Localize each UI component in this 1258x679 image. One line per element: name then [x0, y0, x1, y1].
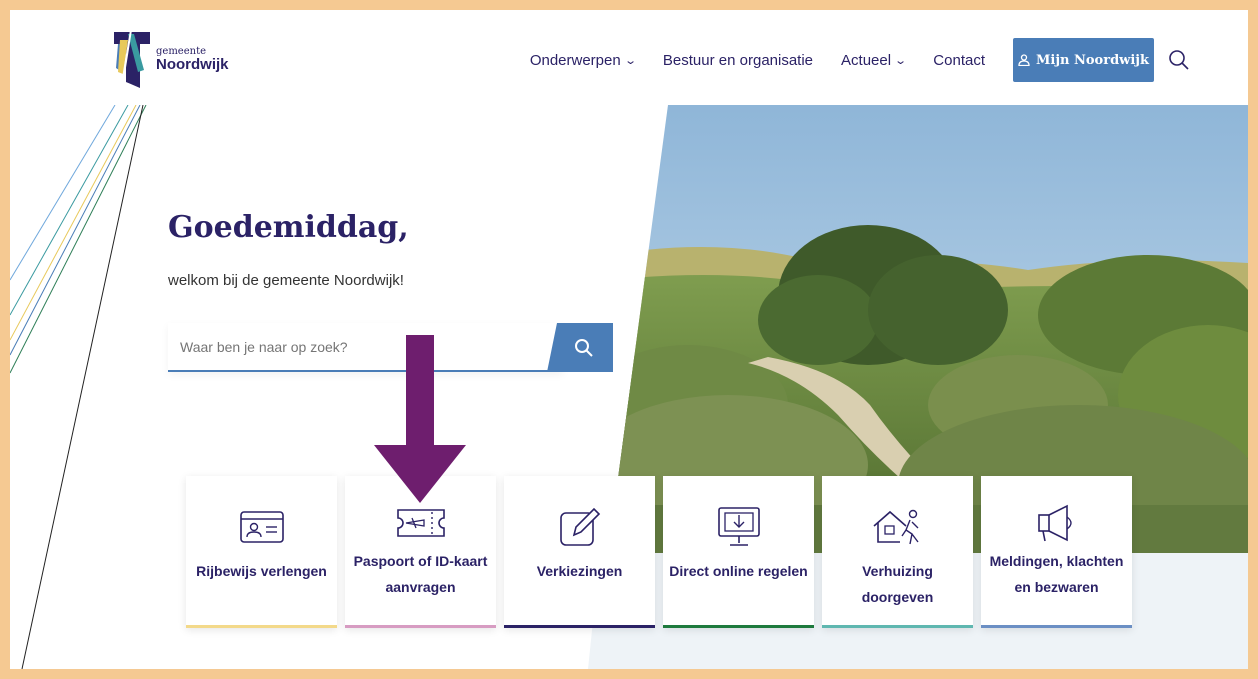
welcome-text: welkom bij de gemeente Noordwijk!	[168, 272, 404, 289]
logo[interactable]: gemeente Noordwijk	[114, 30, 229, 88]
site-header: gemeente Noordwijk Onderwerpen ⌄ Bestuur…	[10, 10, 1248, 105]
decorative-lines	[10, 105, 147, 669]
moving-house-icon	[872, 509, 919, 545]
card-label: Rijbewijs verlengen	[196, 563, 327, 579]
card-rijbewijs[interactable]: Rijbewijs verlengen	[186, 476, 337, 628]
nav-label: Bestuur en organisatie	[662, 51, 814, 69]
logo-subtitle: gemeente	[156, 45, 207, 57]
search-icon	[575, 338, 593, 357]
megaphone-icon	[1037, 504, 1072, 542]
card-accent-bar	[504, 625, 655, 628]
card-label: Paspoort of ID-kaart aanvragen	[353, 553, 488, 595]
logo-title: Noordwijk	[156, 55, 229, 73]
nav-label: Contact	[933, 51, 985, 69]
mijn-noordwijk-button[interactable]: Mijn Noordwijk	[1013, 38, 1154, 82]
card-label: Meldingen, klachten en bezwaren	[989, 553, 1124, 595]
nav-bestuur[interactable]: Bestuur en organisatie	[663, 52, 813, 69]
nav-contact[interactable]: Contact	[933, 52, 985, 69]
chevron-down-icon: ⌄	[894, 54, 908, 67]
main-nav: Onderwerpen ⌄ Bestuur en organisatie Act…	[530, 38, 1190, 82]
page: gemeente Noordwijk Onderwerpen ⌄ Bestuur…	[10, 10, 1248, 669]
logo-mark-icon	[114, 30, 150, 88]
pencil-square-icon	[559, 507, 600, 546]
monitor-download-icon	[717, 507, 760, 546]
task-cards: Rijbewijs verlengen Paspoort of ID-kaart…	[186, 476, 1140, 628]
search-input[interactable]	[168, 323, 563, 372]
nav-actueel[interactable]: Actueel ⌄	[841, 51, 908, 69]
card-label: Direct online regelen	[669, 563, 808, 579]
search-button[interactable]	[547, 323, 613, 372]
card-label: Verhuizing doorgeven	[861, 563, 934, 605]
card-accent-bar	[345, 625, 496, 628]
nav-onderwerpen[interactable]: Onderwerpen ⌄	[529, 51, 637, 69]
mijn-noordwijk-label: Mijn Noordwijk	[1035, 52, 1149, 68]
card-verkiezingen[interactable]: Verkiezingen	[504, 476, 655, 628]
nav-label: Onderwerpen	[529, 51, 621, 69]
id-card-icon	[239, 511, 284, 543]
search-icon[interactable]	[1168, 49, 1190, 71]
card-meldingen[interactable]: Meldingen, klachten en bezwaren	[981, 476, 1132, 628]
user-icon	[1018, 54, 1030, 66]
card-accent-bar	[981, 625, 1132, 628]
chevron-down-icon: ⌄	[623, 54, 637, 67]
nav-label: Actueel	[841, 51, 892, 69]
annotation-arrow-icon	[374, 335, 466, 503]
card-verhuizing[interactable]: Verhuizing doorgeven	[822, 476, 973, 628]
card-accent-bar	[822, 625, 973, 628]
greeting-title: Goedemiddag,	[168, 210, 409, 245]
card-direct-online[interactable]: Direct online regelen	[663, 476, 814, 628]
card-accent-bar	[186, 625, 337, 628]
card-accent-bar	[663, 625, 814, 628]
boarding-pass-icon	[396, 509, 445, 537]
card-label: Verkiezingen	[536, 563, 623, 579]
